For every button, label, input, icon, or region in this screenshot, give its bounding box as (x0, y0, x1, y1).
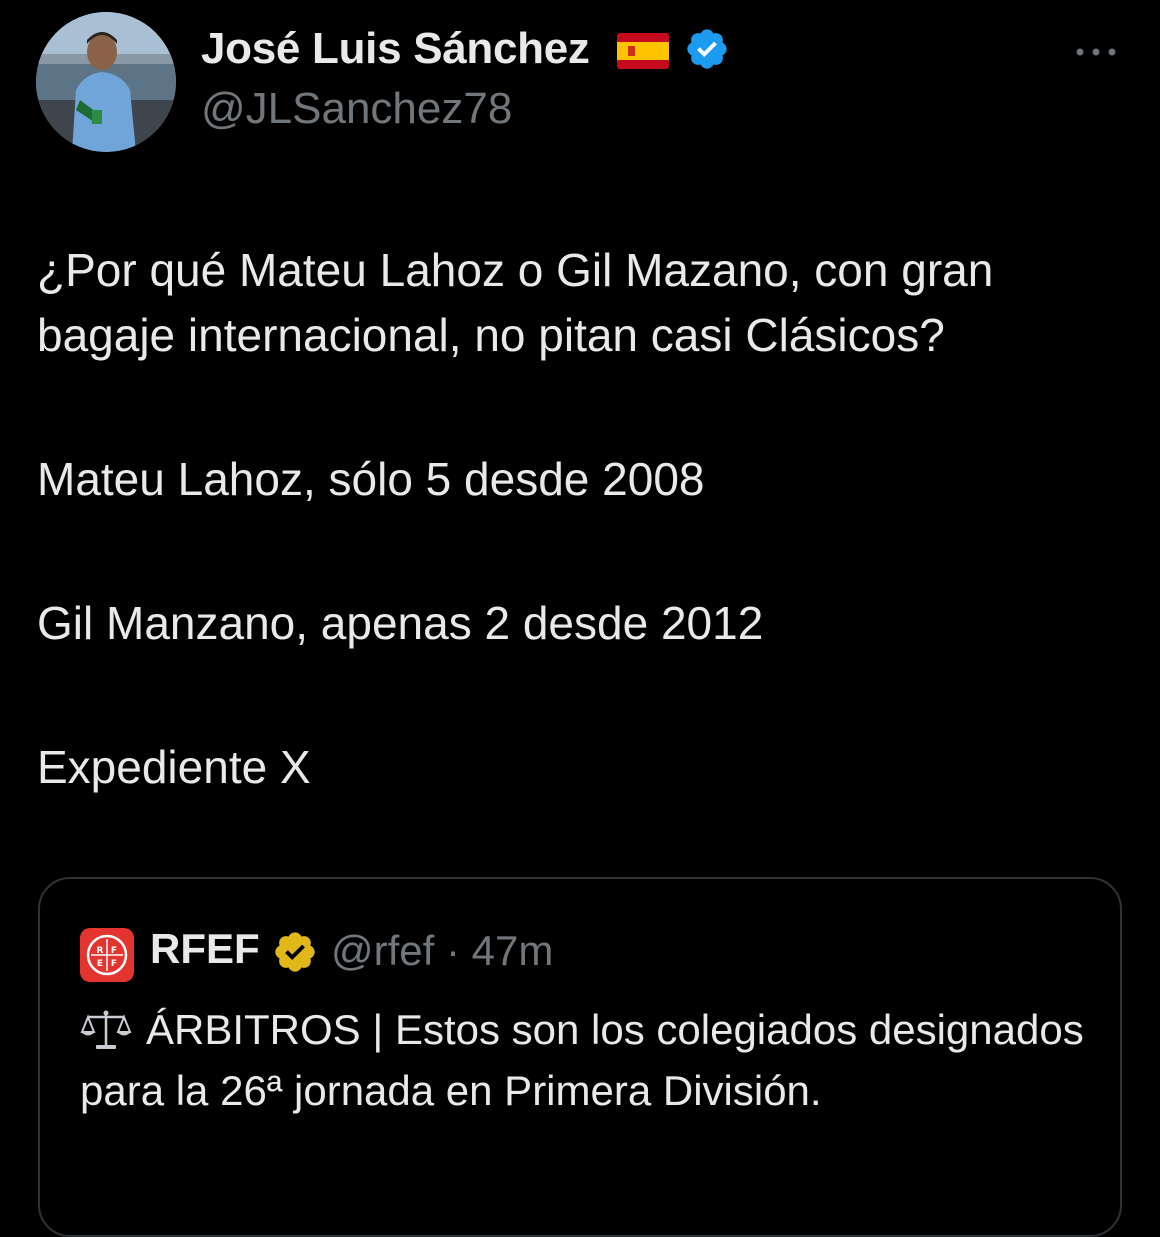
avatar[interactable] (36, 12, 176, 152)
spain-flag-icon (617, 33, 669, 69)
tweet: José Luis Sánchez @JLSanchez78 ¿Por qué … (0, 0, 1160, 1237)
tweet-paragraph: Expediente X (37, 741, 311, 793)
svg-text:F: F (111, 959, 117, 969)
display-name[interactable]: José Luis Sánchez (201, 24, 590, 74)
balance-scale-icon (80, 1010, 132, 1049)
tweet-paragraph: Gil Manzano, apenas 2 desde 2012 (37, 597, 764, 649)
quote-handle-time[interactable]: @rfef · 47m (331, 927, 553, 975)
author-handle[interactable]: @JLSanchez78 (201, 84, 512, 134)
svg-text:F: F (111, 946, 117, 956)
quote-author-name[interactable]: RFEF (150, 925, 260, 973)
quote-text: ÁRBITROS | Estos son los colegiados desi… (80, 999, 1090, 1121)
rfef-logo-icon[interactable]: R F E F (80, 928, 134, 982)
tweet-paragraph: Mateu Lahoz, sólo 5 desde 2008 (37, 453, 705, 505)
quoted-tweet-card[interactable]: R F E F RFEF @rfef · 47m ÁRBITROS | Esto… (38, 877, 1122, 1237)
more-options-icon[interactable] (1072, 34, 1120, 70)
blue-verified-icon[interactable] (684, 26, 730, 72)
tweet-paragraph: ¿Por qué Mateu Lahoz o Gil Mazano, con g… (37, 244, 994, 361)
tweet-text: ¿Por qué Mateu Lahoz o Gil Mazano, con g… (37, 238, 1137, 800)
quote-text-content: ÁRBITROS | Estos son los colegiados desi… (80, 1006, 1084, 1114)
svg-text:E: E (97, 959, 103, 969)
svg-text:R: R (97, 946, 104, 956)
gold-verified-icon[interactable] (272, 929, 318, 975)
